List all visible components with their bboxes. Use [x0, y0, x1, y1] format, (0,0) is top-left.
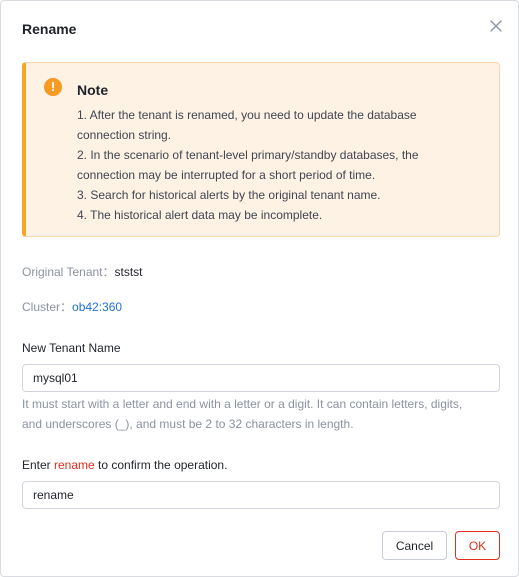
cluster-link[interactable]: ob42:360	[72, 300, 122, 314]
hint-line: It must start with a letter and end with…	[22, 397, 463, 411]
original-tenant-label: Original Tenant：	[22, 265, 115, 279]
confirm-label-prefix: Enter	[22, 458, 55, 472]
dialog-title: Rename	[22, 21, 77, 37]
note-line: 2. In the scenario of tenant-level prima…	[77, 148, 419, 162]
confirm-input[interactable]	[22, 481, 500, 509]
note-body: 1. After the tenant is renamed, you need…	[77, 105, 487, 225]
confirm-keyword: rename	[54, 458, 95, 472]
close-icon[interactable]	[488, 18, 504, 34]
cluster-row: Cluster：ob42:360	[22, 298, 122, 315]
note-line: 3. Search for historical alerts by the o…	[77, 188, 381, 202]
original-tenant-value: ststst	[114, 265, 143, 279]
note-title: Note	[77, 82, 109, 98]
note-line: 1. After the tenant is renamed, you need…	[77, 108, 417, 122]
note-line: 4. The historical alert data may be inco…	[77, 208, 323, 222]
confirm-label-suffix: to confirm the operation.	[94, 458, 228, 472]
cancel-button[interactable]: Cancel	[382, 531, 447, 560]
confirm-label: Enter rename to confirm the operation.	[22, 458, 227, 472]
hint-line: and underscores (_), and must be 2 to 32…	[22, 417, 354, 431]
original-tenant-row: Original Tenant：ststst	[22, 263, 143, 280]
note-line: connection may be interrupted for a shor…	[77, 168, 376, 182]
note-line: connection string.	[77, 128, 172, 142]
ok-button[interactable]: OK	[455, 531, 500, 560]
warning-icon: !	[44, 78, 62, 96]
note-alert: ! Note 1. After the tenant is renamed, y…	[22, 62, 500, 237]
cluster-label: Cluster：	[22, 300, 73, 314]
new-tenant-name-label: New Tenant Name	[22, 341, 121, 355]
new-tenant-name-hint: It must start with a letter and end with…	[22, 394, 502, 434]
new-tenant-name-input[interactable]	[22, 364, 500, 392]
rename-dialog: Rename ! Note 1. After the tenant is ren…	[0, 0, 519, 577]
